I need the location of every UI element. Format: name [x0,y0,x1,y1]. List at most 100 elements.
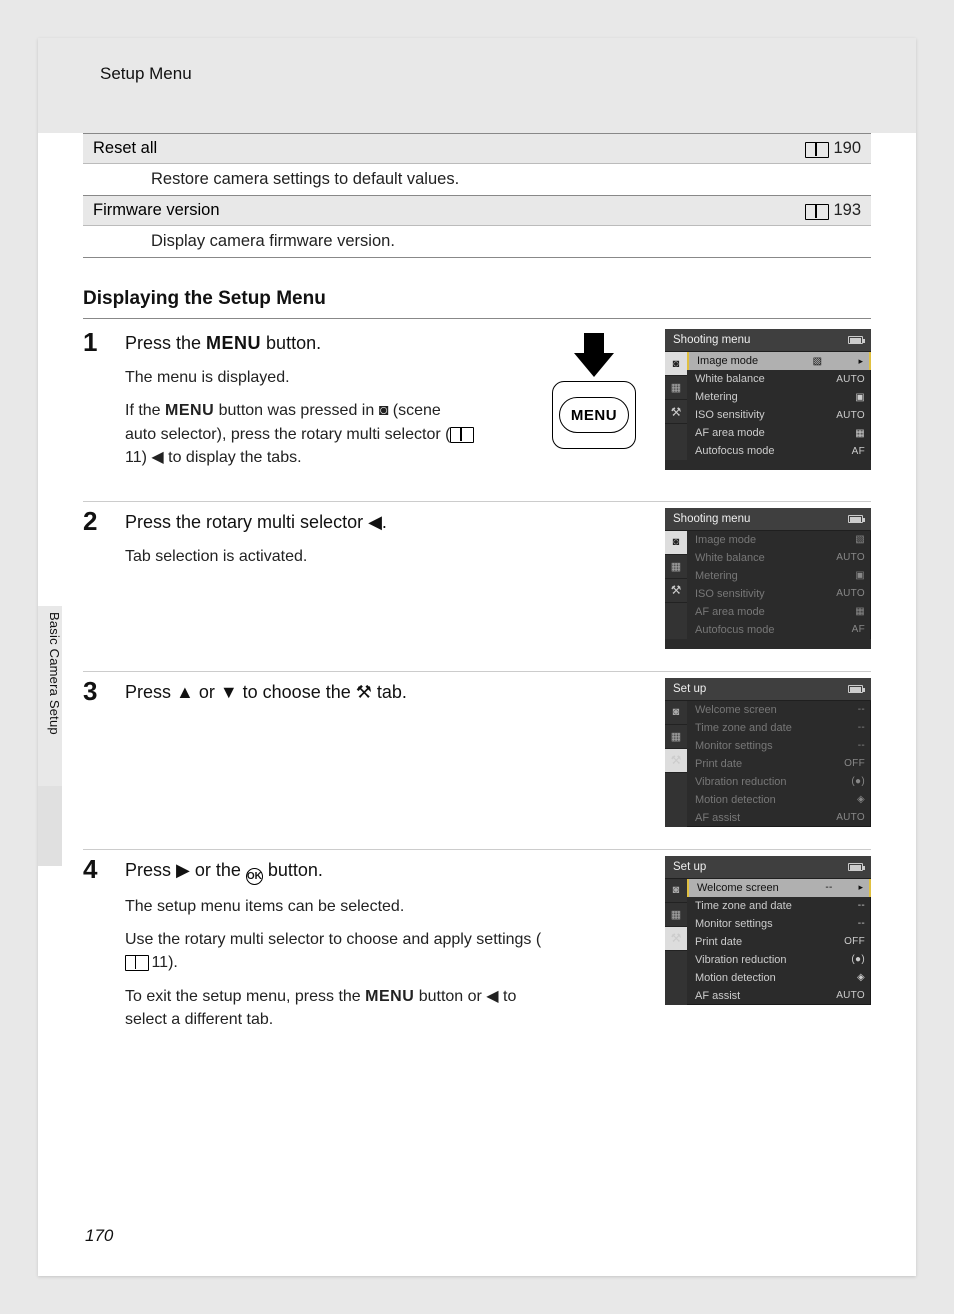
cam-row: Print dateOFF [687,933,871,951]
camera-screen-3: Set up ◙ ▦ ⚒ Welcome screen-- Time zone … [665,678,871,827]
cam-row: AF assistAUTO [687,809,871,827]
side-tab: Basic Camera Setup [38,606,62,786]
ok-icon: OK [246,868,263,885]
battery-icon [848,336,863,344]
content: Reset all 190 Restore camera settings to… [38,133,916,1063]
cam-row: Motion detection◈ [687,969,871,987]
cam-tab-wrench-icon: ⚒ [665,579,687,603]
cam-row: Vibration reduction(●) [687,773,871,791]
menu-button-outline: MENU [552,381,636,449]
page-number: 170 [85,1226,113,1246]
camera-screen-4: Set up ◙ ▦ ⚒ Welcome screen-- Time zone … [665,856,871,1005]
step-4-p2: Use the rotary multi selector to choose … [125,928,555,974]
cam-row: Time zone and date-- [687,719,871,737]
cam-row: Welcome screen-- [687,879,871,897]
cam-row: AF area mode▦ [687,603,871,621]
book-icon [125,955,147,969]
arrow-down-icon [574,353,614,377]
cam-row: Image mode▧ [687,352,871,370]
step-3-title: Press ▲ or ▼ to choose the ⚒ tab. [125,680,651,705]
cam-row: Motion detection◈ [687,791,871,809]
step-4-body: Press ▶ or the OK button. The setup menu… [125,856,651,1041]
section-heading: Displaying the Setup Menu [83,288,871,310]
step-2-p1: Tab selection is activated. [125,545,475,568]
step-2-num: 2 [83,508,111,649]
header-band: Setup Menu [38,38,916,133]
cam-row: White balanceAUTO [687,370,871,388]
reset-all-pageref: 190 [805,139,861,158]
cam-tab-movie-icon: ▦ [665,725,687,749]
battery-icon [848,515,863,523]
menu-word: MENU [206,333,261,353]
step-1-assets: MENU Shooting menu ◙ ▦ ⚒ [543,329,871,479]
step-1: 1 Press the MENU button. The menu is dis… [83,329,871,502]
step-4-title: Press ▶ or the OK button. [125,858,651,885]
section-rule [83,318,871,319]
camera-screen-1: Shooting menu ◙ ▦ ⚒ Image mode▧ White ba… [665,329,871,470]
menu-button-label: MENU [559,397,629,433]
book-icon [805,142,827,156]
reset-all-label: Reset all [93,139,805,158]
cam-tab-wrench-icon: ⚒ [665,749,687,773]
cam1-rows: Image mode▧ White balanceAUTO Metering▣ … [687,352,871,460]
cam-tab-camera-icon: ◙ [665,701,687,725]
cam-tab-camera-icon: ◙ [665,352,687,376]
cam-row: Metering▣ [687,567,871,585]
step-4-num: 4 [83,856,111,1041]
step-2-title: Press the rotary multi selector ◀. [125,510,651,535]
battery-icon [848,685,863,693]
book-icon [450,427,472,441]
table-row-reset-all: Reset all 190 [83,133,871,163]
cam1-tabs: ◙ ▦ ⚒ [665,352,687,460]
step-1-num: 1 [83,329,111,479]
step-4: 4 Press ▶ or the OK button. The setup me… [83,856,871,1063]
side-tab-label: Basic Camera Setup [47,612,62,735]
step-4-p3: To exit the setup menu, press the MENU b… [125,985,555,1031]
cam-tab-camera-icon: ◙ [665,879,687,903]
cam-row: Monitor settings-- [687,915,871,933]
camera-screen-2: Shooting menu ◙ ▦ ⚒ Image mode▧ White ba… [665,508,871,649]
battery-icon [848,863,863,871]
cam1-title: Shooting menu [665,329,871,352]
step-3-num: 3 [83,678,111,827]
firmware-desc: Display camera firmware version. [83,225,871,258]
cam-tab-camera-icon: ◙ [665,531,687,555]
reset-all-page: 190 [833,139,861,158]
cam-tab-movie-icon: ▦ [665,555,687,579]
firmware-label: Firmware version [93,201,805,220]
cam-row: White balanceAUTO [687,549,871,567]
cam-row: Print dateOFF [687,755,871,773]
firmware-pageref: 193 [805,201,861,220]
cam-row: Autofocus modeAF [687,442,871,460]
cam-row: AF area mode▦ [687,424,871,442]
cam-row: ISO sensitivityAUTO [687,585,871,603]
step-1-p1: The menu is displayed. [125,366,475,389]
step-2-body: Press the rotary multi selector ◀. Tab s… [125,508,651,649]
cam-row: Autofocus modeAF [687,621,871,639]
cam-tab-wrench-icon: ⚒ [665,927,687,951]
cam-tab-wrench-icon: ⚒ [665,400,687,424]
step-2: 2 Press the rotary multi selector ◀. Tab… [83,508,871,672]
page: Setup Menu Basic Camera Setup Reset all … [38,38,916,1276]
firmware-page: 193 [833,201,861,220]
step-1-title: Press the MENU button. [125,331,529,356]
cam-row: Monitor settings-- [687,737,871,755]
cam-row: Time zone and date-- [687,897,871,915]
cam-row: Vibration reduction(●) [687,951,871,969]
cam-row: Image mode▧ [687,531,871,549]
cam-row: ISO sensitivityAUTO [687,406,871,424]
step-3-body: Press ▲ or ▼ to choose the ⚒ tab. [125,678,651,827]
step-4-assets: Set up ◙ ▦ ⚒ Welcome screen-- Time zone … [665,856,871,1041]
cam-tab-movie-icon: ▦ [665,376,687,400]
step-3: 3 Press ▲ or ▼ to choose the ⚒ tab. Set … [83,678,871,850]
book-icon [805,204,827,218]
step-1-body: Press the MENU button. The menu is displ… [125,329,529,479]
cam-row: Welcome screen-- [687,701,871,719]
step-1-p2: If the MENU button was pressed in ◙ (sce… [125,399,475,469]
step-2-assets: Shooting menu ◙ ▦ ⚒ Image mode▧ White ba… [665,508,871,649]
scene-icon: ◙ [379,402,389,419]
cam-row: AF assistAUTO [687,987,871,1005]
step-3-assets: Set up ◙ ▦ ⚒ Welcome screen-- Time zone … [665,678,871,827]
menu-button-graphic: MENU [543,329,645,449]
header-title: Setup Menu [100,64,192,83]
